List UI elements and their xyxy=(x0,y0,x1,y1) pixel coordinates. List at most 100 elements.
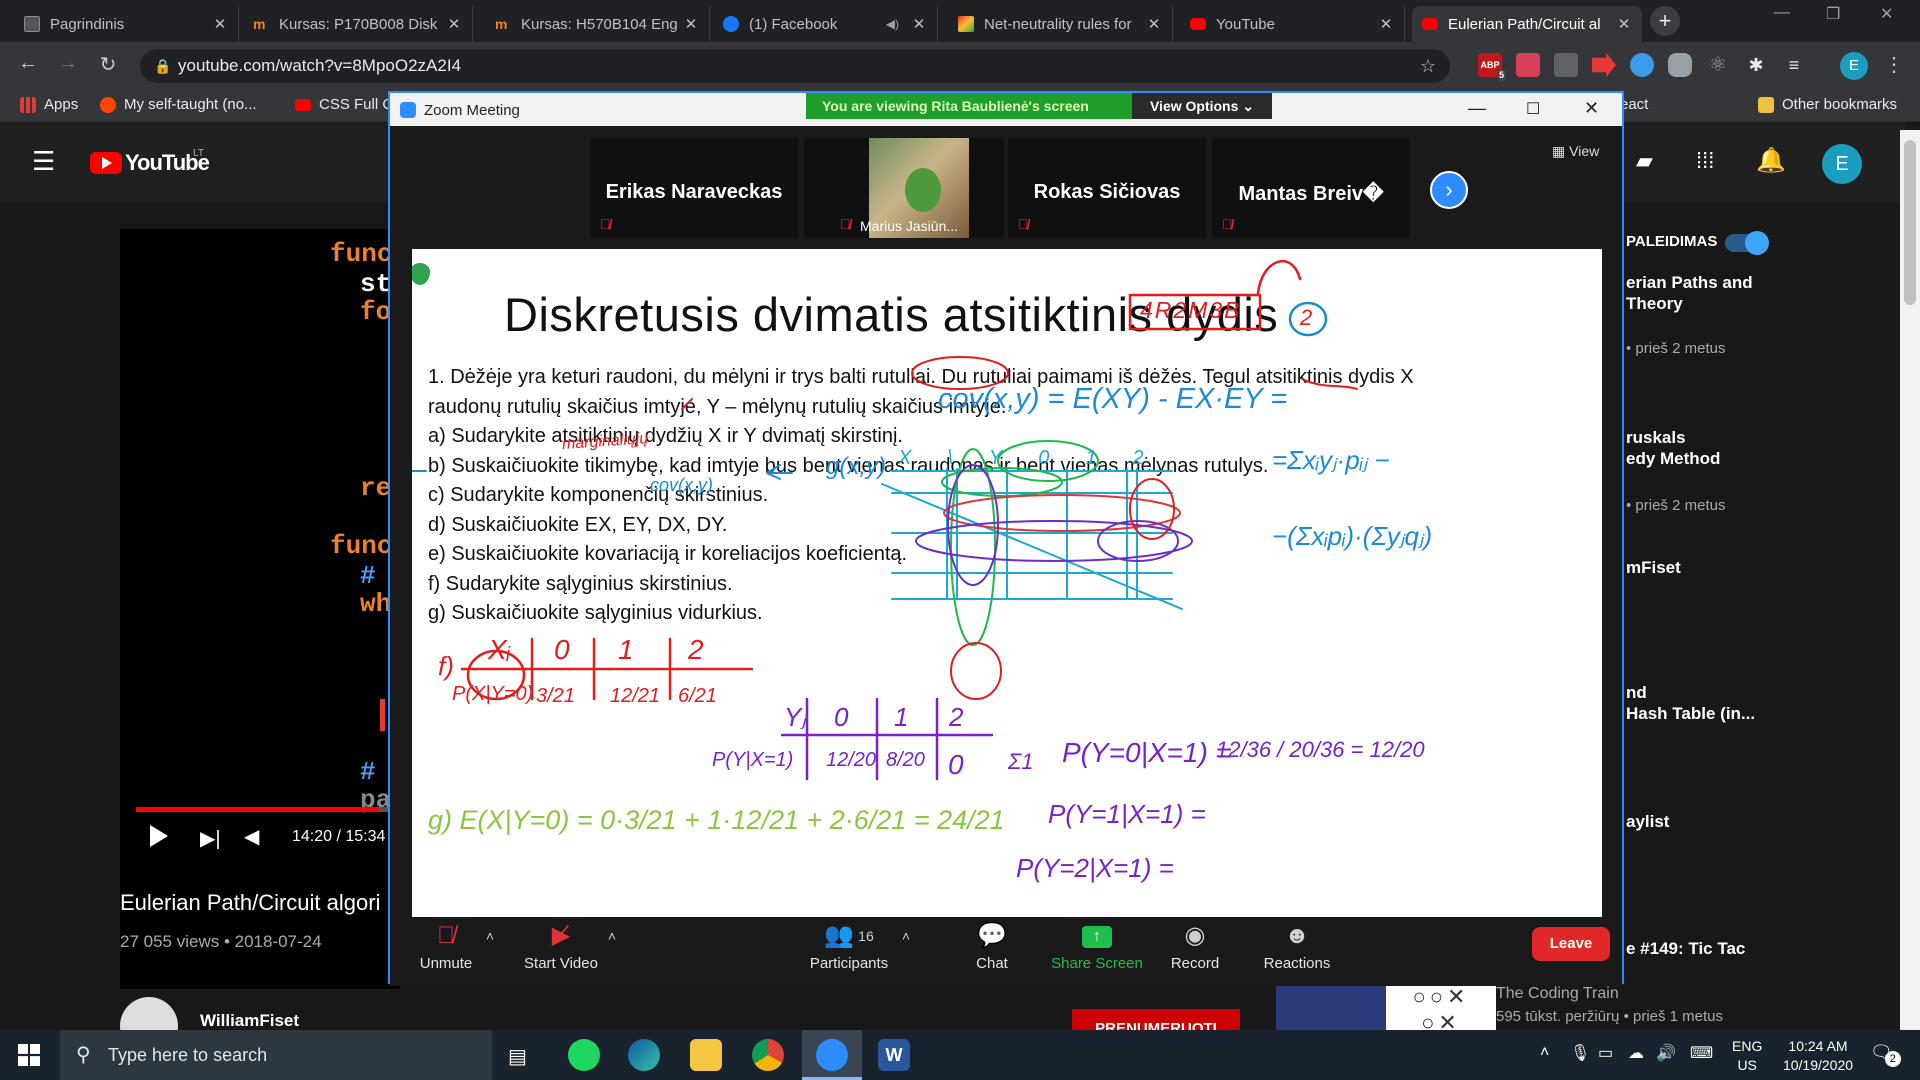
task-view-icon[interactable]: ▤ xyxy=(508,1044,527,1069)
close-tab-icon[interactable]: ✕ xyxy=(911,15,927,33)
video-player[interactable]: func st fo re func # wh # pa xyxy=(120,229,400,989)
start-video-button[interactable]: ▶̸ Start Video xyxy=(512,917,610,986)
video-options-caret[interactable]: ˄ xyxy=(602,917,622,986)
edge-icon[interactable] xyxy=(628,1039,660,1071)
microphone-icon[interactable]: 🎙 xyxy=(1570,1043,1590,1063)
back-icon[interactable]: ← xyxy=(14,52,42,75)
bell-icon[interactable]: 🔔 xyxy=(1756,146,1786,175)
play-icon[interactable] xyxy=(150,825,168,847)
scrollbar-thumb[interactable] xyxy=(1904,140,1916,305)
word-icon[interactable]: W xyxy=(878,1039,910,1071)
participants-options-caret[interactable]: ˄ xyxy=(896,917,916,986)
language-indicator[interactable]: ENG US xyxy=(1732,1037,1762,1075)
zoom-maximize-icon[interactable]: ☐ xyxy=(1526,99,1540,119)
clock[interactable]: 10:24 AM 10/19/2020 xyxy=(1772,1037,1864,1075)
minimize-icon[interactable]: — xyxy=(1774,4,1790,22)
channel-name[interactable]: WilliamFiset xyxy=(200,1011,299,1031)
windows-start-icon[interactable] xyxy=(18,1044,40,1066)
close-tab-icon[interactable]: ✕ xyxy=(446,15,462,33)
close-window-icon[interactable]: ✕ xyxy=(1880,4,1893,24)
zoom-taskbar-button[interactable] xyxy=(802,1030,862,1080)
restore-icon[interactable]: ❐ xyxy=(1826,4,1840,24)
extension-icon[interactable] xyxy=(1554,53,1578,77)
spotify-icon[interactable] xyxy=(568,1039,600,1071)
bookmark-other[interactable]: Other bookmarks xyxy=(1758,96,1897,113)
bookmark-self-taught[interactable]: My self-taught (no... xyxy=(100,96,257,113)
react-icon[interactable]: ⚛ xyxy=(1706,53,1730,77)
youtube-avatar[interactable]: E xyxy=(1822,144,1862,184)
send-icon[interactable] xyxy=(1592,53,1616,77)
battery-icon[interactable]: ▭ xyxy=(1598,1043,1613,1063)
leave-button[interactable]: Leave xyxy=(1532,927,1610,961)
chat-button[interactable]: 💬 Chat xyxy=(962,917,1022,986)
star-icon[interactable]: ☆ xyxy=(1420,49,1436,83)
close-tab-icon[interactable]: ✕ xyxy=(212,15,228,33)
sidebar-video[interactable]: ruskals edy Method xyxy=(1626,427,1720,469)
participant-tile[interactable]: 🎙̸ Marius Jasiūn... xyxy=(804,138,1004,238)
share-screen-button[interactable]: ↑ Share Screen xyxy=(1042,917,1152,986)
address-bar[interactable]: 🔒 youtube.com/watch?v=8MpoO2zA2I4 ☆ xyxy=(140,49,1450,83)
bookmark-apps[interactable]: Apps xyxy=(20,96,78,113)
video-progress-bar[interactable] xyxy=(136,807,400,812)
tab-youtube[interactable]: YouTube ✕ xyxy=(1180,6,1405,42)
apps-icon[interactable]: ⁞⁞⁞ xyxy=(1696,148,1714,174)
chrome-icon[interactable] xyxy=(752,1039,784,1071)
audio-options-caret[interactable]: ˄ xyxy=(480,917,500,986)
hamburger-icon[interactable]: ☰ xyxy=(32,146,55,177)
network-icon[interactable]: ☁ xyxy=(1628,1043,1644,1063)
extension-icon[interactable] xyxy=(1516,53,1540,77)
close-tab-icon[interactable]: ✕ xyxy=(1616,15,1632,33)
tab-pagrindinis[interactable]: Pagrindinis ✕ xyxy=(14,6,239,42)
tab-h570b104[interactable]: m Kursas: H570B104 Engl ✕ xyxy=(485,6,710,42)
youtube-logo-icon[interactable] xyxy=(90,152,122,174)
create-video-icon[interactable]: ▰ xyxy=(1636,148,1653,174)
adblock-icon[interactable]: ABP 5 xyxy=(1478,53,1506,81)
tab-eulerian[interactable]: Eulerian Path/Circuit al ✕ xyxy=(1412,6,1642,42)
participant-tile[interactable]: Mantas Breiv� 🎙̸ xyxy=(1212,138,1410,238)
participant-tile[interactable]: Rokas Sičiovas 🎙̸ xyxy=(1008,138,1206,238)
profile-avatar[interactable]: E xyxy=(1840,52,1868,80)
forward-icon[interactable]: → xyxy=(54,52,82,75)
extension-icon[interactable] xyxy=(1668,53,1692,77)
tic-tac-toe-thumbnail[interactable]: ○○✕ ○✕ xyxy=(1386,984,1496,1035)
sidebar-video[interactable]: e #149: Tic Tac xyxy=(1626,939,1745,959)
puzzle-icon[interactable]: ✱ xyxy=(1744,53,1768,77)
video-thumbnail[interactable] xyxy=(1276,984,1386,1030)
page-scrollbar[interactable] xyxy=(1900,130,1920,1030)
file-explorer-icon[interactable] xyxy=(690,1039,722,1071)
system-tray-chevron-icon[interactable]: ˄ xyxy=(1540,1044,1549,1062)
menu-icon[interactable]: ⋮ xyxy=(1880,52,1908,77)
next-icon[interactable]: ▶| xyxy=(200,826,221,851)
close-tab-icon[interactable]: ✕ xyxy=(1146,15,1162,33)
autoplay-toggle[interactable] xyxy=(1725,231,1769,255)
zoom-close-icon[interactable]: ✕ xyxy=(1584,98,1599,119)
extension-icon[interactable] xyxy=(1630,53,1654,77)
participants-button[interactable]: 👥 16 Participants xyxy=(800,917,898,986)
next-participants-button[interactable]: › xyxy=(1430,171,1468,209)
view-button[interactable]: ▦ View xyxy=(1552,143,1599,160)
reload-icon[interactable]: ↻ xyxy=(94,52,122,77)
sidebar-video[interactable]: nd Hash Table (in... xyxy=(1626,682,1755,724)
keyboard-icon[interactable]: ⌨ xyxy=(1690,1043,1713,1063)
zoom-minimize-icon[interactable]: — xyxy=(1468,98,1486,119)
sidebar-video[interactable]: erian Paths and Theory xyxy=(1626,272,1753,314)
close-tab-icon[interactable]: ✕ xyxy=(683,15,699,33)
taskbar-search[interactable]: ⚲ Type here to search xyxy=(60,1030,492,1080)
media-icon[interactable]: ≡ xyxy=(1782,53,1806,77)
close-tab-icon[interactable]: ✕ xyxy=(1378,15,1394,33)
unmute-button[interactable]: 🎙̸ Unmute xyxy=(412,917,480,986)
participant-tile[interactable]: Erikas Naraveckas 🎙̸ xyxy=(590,138,798,238)
new-tab-button[interactable]: + xyxy=(1650,6,1680,36)
bookmark-css[interactable]: CSS Full C xyxy=(295,96,393,113)
tab-facebook[interactable]: (1) Facebook ◀) ✕ xyxy=(713,6,938,42)
tab-p170b008[interactable]: m Kursas: P170B008 Disk ✕ xyxy=(243,6,473,42)
sidebar-video[interactable]: mFiset xyxy=(1626,558,1681,578)
view-options-button[interactable]: View Options ⌄ xyxy=(1132,93,1272,119)
volume-icon[interactable]: ◀ xyxy=(244,824,259,849)
tab-net-neutrality[interactable]: Net-neutrality rules for ✕ xyxy=(948,6,1173,42)
reactions-button[interactable]: ☻ Reactions xyxy=(1252,917,1342,986)
volume-tray-icon[interactable]: 🔊 xyxy=(1656,1043,1676,1063)
sidebar-video[interactable]: aylist xyxy=(1626,812,1669,832)
record-button[interactable]: ◉ Record xyxy=(1160,917,1230,986)
notifications-icon[interactable]: 🗨 2 xyxy=(1870,1042,1901,1067)
